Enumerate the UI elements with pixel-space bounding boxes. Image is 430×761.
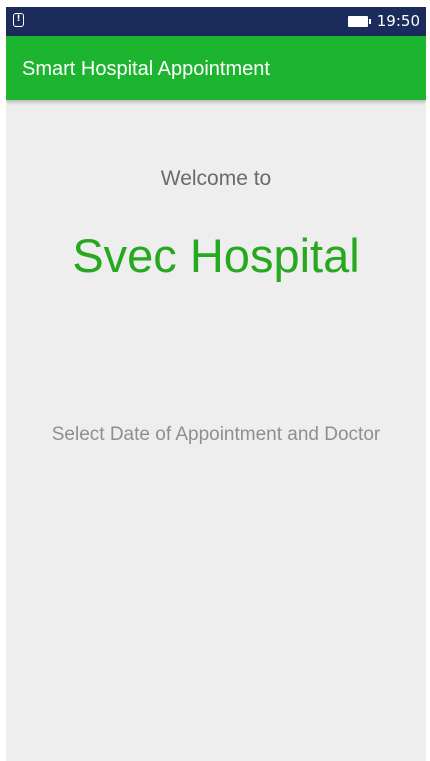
hospital-name: Svec Hospital [72,229,360,282]
alert-notification-icon[interactable]: ! [13,13,24,27]
status-bar: ! 19:50 [6,7,426,36]
app-bar: Smart Hospital Appointment [6,36,426,100]
select-appointment-prompt[interactable]: Select Date of Appointment and Doctor [6,423,426,447]
welcome-label: Welcome to [160,167,272,190]
status-time: 19:50 [376,12,420,30]
phone-screen: ! 19:50 Smart Hospital Appointment Welco… [6,7,426,761]
battery-icon [348,16,371,27]
app-title: Smart Hospital Appointment [22,58,270,80]
